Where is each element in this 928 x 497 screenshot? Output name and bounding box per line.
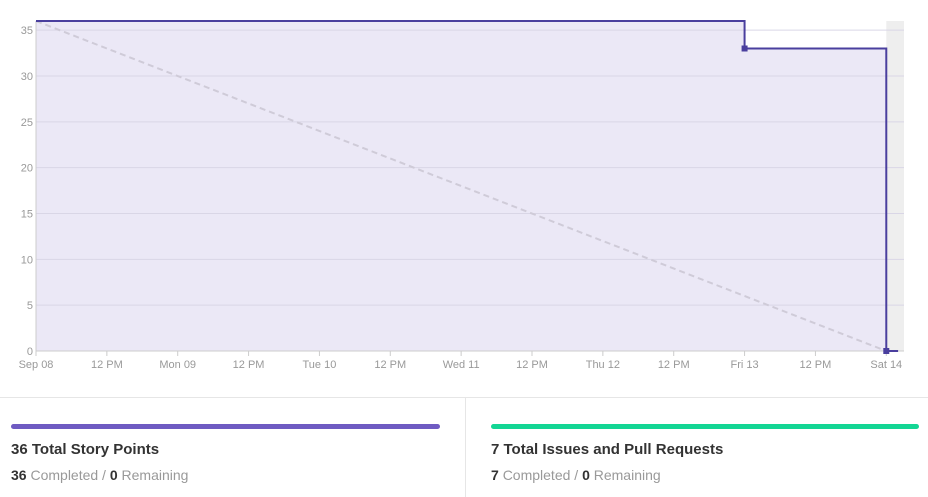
x-tick-label-9: 12 PM bbox=[658, 359, 690, 371]
x-tick-label-3: 12 PM bbox=[233, 359, 265, 371]
x-tick-label-1: 12 PM bbox=[91, 359, 123, 371]
data-point-marker-2 bbox=[883, 348, 890, 354]
future-region bbox=[886, 21, 904, 351]
x-tick-label-11: 12 PM bbox=[800, 359, 832, 371]
y-tick-label-0: 0 bbox=[27, 346, 33, 358]
y-tick-label-30: 30 bbox=[21, 71, 33, 83]
issues-remaining-label: Remaining bbox=[593, 467, 661, 483]
issues-progress-bar bbox=[491, 424, 919, 429]
issues-title: 7 Total Issues and Pull Requests bbox=[491, 441, 724, 458]
story-points-remaining: 0 bbox=[109, 467, 118, 483]
x-tick-label-12: Sat 14 bbox=[870, 359, 902, 371]
story-points-status: 36 Completed / 0 Remaining bbox=[11, 467, 188, 483]
issues-completed-label: Completed / bbox=[502, 467, 579, 483]
y-tick-label-10: 10 bbox=[21, 254, 33, 266]
y-tick-label-35: 35 bbox=[21, 25, 33, 37]
y-tick-label-20: 20 bbox=[21, 163, 33, 175]
story-points-panel: 36 Total Story Points 36 Completed / 0 R… bbox=[0, 398, 466, 497]
burndown-chart-svg: 0 5 10 15 20 25 30 35 Sep 08 12 PM Mon 09 12 PM Tue … bbox=[19, 20, 904, 371]
story-points-remaining-label: Remaining bbox=[121, 467, 189, 483]
story-points-completed-label: Completed / bbox=[30, 467, 106, 483]
x-tick-label-4: Tue 10 bbox=[303, 359, 337, 371]
x-tick-label-8: Thu 12 bbox=[586, 359, 620, 371]
x-tick-label-0: Sep 08 bbox=[19, 359, 54, 371]
issues-panel: 7 Total Issues and Pull Requests 7 Compl… bbox=[466, 398, 928, 497]
story-points-completed: 36 bbox=[11, 467, 27, 483]
x-tick-label-2: Mon 09 bbox=[159, 359, 196, 371]
x-tick-label-10: Fri 13 bbox=[731, 359, 759, 371]
story-points-title: 36 Total Story Points bbox=[11, 441, 160, 458]
sprint-summary: 36 Total Story Points 36 Completed / 0 R… bbox=[0, 397, 928, 497]
issues-completed: 7 bbox=[491, 467, 499, 483]
y-tick-label-5: 5 bbox=[27, 300, 33, 312]
issues-status: 7 Completed / 0 Remaining bbox=[491, 467, 661, 483]
burndown-chart: 0 5 10 15 20 25 30 35 Sep 08 12 PM Mon 09 12 PM Tue … bbox=[0, 0, 928, 384]
x-tick-label-6: Wed 11 bbox=[443, 359, 480, 371]
issues-remaining: 0 bbox=[582, 467, 590, 483]
story-points-progress-bar bbox=[11, 424, 440, 429]
x-tick-label-7: 12 PM bbox=[516, 359, 548, 371]
y-tick-label-25: 25 bbox=[21, 117, 33, 129]
remaining-area bbox=[36, 21, 899, 351]
data-point-marker-1 bbox=[741, 45, 748, 52]
y-tick-label-15: 15 bbox=[21, 209, 33, 221]
x-tick-label-5: 12 PM bbox=[374, 359, 406, 371]
